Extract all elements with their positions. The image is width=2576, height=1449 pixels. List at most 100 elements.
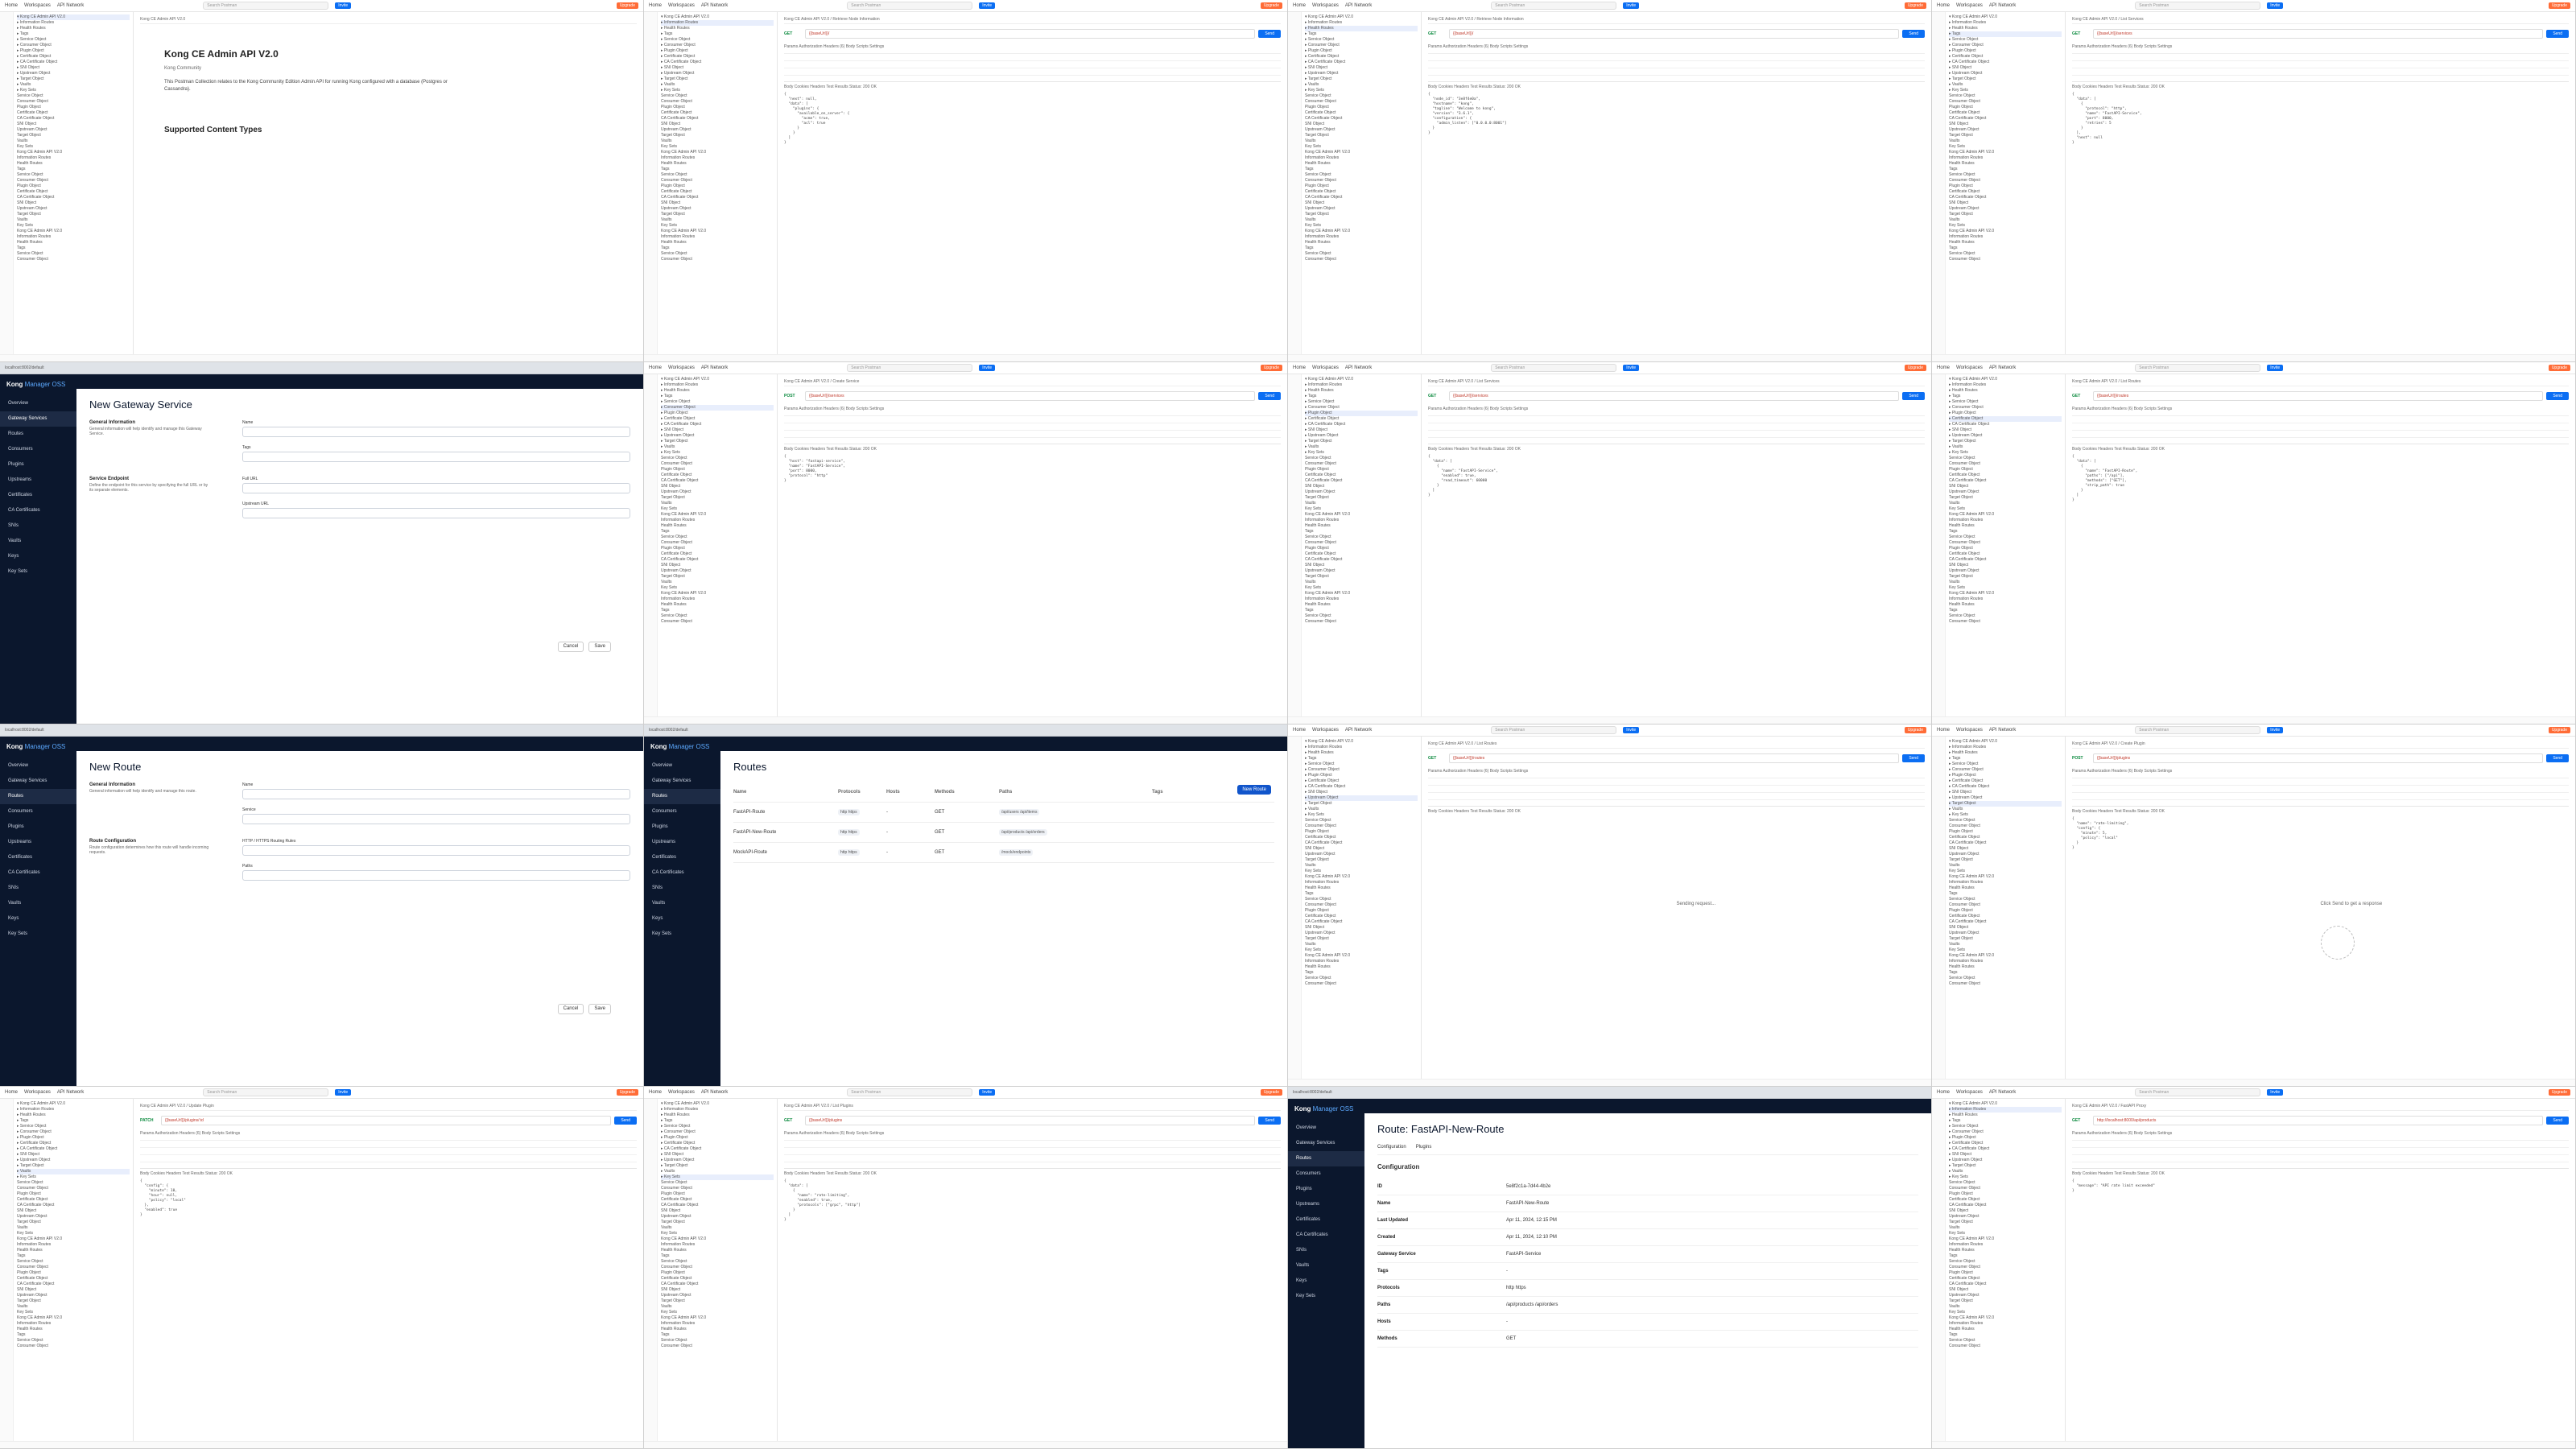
nav-api-network-menu[interactable]: API Network bbox=[57, 1090, 84, 1095]
params-row[interactable] bbox=[2072, 423, 2569, 431]
nav-workspaces-menu[interactable]: Workspaces bbox=[1312, 365, 1339, 370]
sidebar-item[interactable]: Upstream Object bbox=[1949, 1214, 2062, 1220]
sidebar-item[interactable]: ▸ Target Object bbox=[1949, 439, 2062, 444]
sidebar-item[interactable]: ▸ Key Sets bbox=[1305, 450, 1418, 456]
search-input[interactable]: Search Postman bbox=[1491, 364, 1617, 372]
sidebar-item[interactable]: ▸ Information Routes bbox=[1305, 745, 1418, 750]
tab-configuration[interactable]: Configuration bbox=[1377, 1145, 1406, 1154]
sidebar-item[interactable]: Health Routes bbox=[1949, 1327, 2062, 1332]
sidebar-item-key-sets[interactable]: Key Sets bbox=[0, 564, 76, 580]
sidebar-item[interactable]: Certificate Object bbox=[17, 189, 130, 195]
sidebar-item[interactable]: Information Routes bbox=[1305, 155, 1418, 161]
sidebar-item[interactable]: Vaults bbox=[1949, 942, 2062, 947]
sidebar-item-key-sets[interactable]: Key Sets bbox=[644, 927, 720, 942]
sidebar-item[interactable]: Upstream Object bbox=[661, 1293, 774, 1298]
text-input[interactable] bbox=[242, 789, 630, 799]
sidebar-item[interactable]: Tags bbox=[661, 246, 774, 251]
sidebar-item[interactable]: Health Routes bbox=[1949, 964, 2062, 970]
url-input[interactable]: {{baseUrl}}/routes bbox=[2093, 391, 2544, 401]
sidebar-item[interactable]: Vaults bbox=[1949, 863, 2062, 869]
sidebar-item-gateway-services[interactable]: Gateway Services bbox=[644, 774, 720, 789]
send-button[interactable]: Send bbox=[614, 1117, 637, 1125]
sidebar-item[interactable]: Service Object bbox=[17, 1259, 130, 1265]
sidebar-item[interactable]: Consumer Object bbox=[1305, 824, 1418, 829]
request-subtabs[interactable]: Params Authorization Headers (6) Body Sc… bbox=[784, 406, 1281, 412]
sidebar-item-overview[interactable]: Overview bbox=[0, 396, 76, 411]
sidebar-item[interactable]: Health Routes bbox=[661, 1248, 774, 1253]
params-row[interactable] bbox=[1428, 793, 1925, 800]
sidebar-item[interactable]: Service Object bbox=[1305, 456, 1418, 461]
sidebar-item[interactable]: ▸ CA Certificate Object bbox=[1949, 422, 2062, 427]
sidebar-item[interactable]: SNI Object bbox=[1949, 846, 2062, 852]
sidebar-item[interactable]: Key Sets bbox=[1949, 1231, 2062, 1236]
sidebar-item[interactable]: ▸ CA Certificate Object bbox=[1305, 784, 1418, 790]
text-input[interactable] bbox=[242, 483, 630, 493]
sidebar-item[interactable]: Health Routes bbox=[1949, 1248, 2062, 1253]
upgrade-button[interactable]: Upgrade bbox=[1904, 2, 1926, 9]
request-subtabs[interactable]: Params Authorization Headers (6) Body Sc… bbox=[1428, 43, 1925, 50]
send-button[interactable]: Send bbox=[1258, 30, 1281, 38]
sidebar-item[interactable]: Consumer Object bbox=[1305, 540, 1418, 546]
params-row[interactable] bbox=[784, 1148, 1281, 1155]
sidebar-item[interactable]: ▸ CA Certificate Object bbox=[661, 422, 774, 427]
sidebar-item[interactable]: ▾ Kong CE Admin API V2.0 bbox=[1305, 377, 1418, 382]
sidebar-item[interactable]: ▸ Key Sets bbox=[661, 450, 774, 456]
response-tabs[interactable]: Body Cookies Headers Test Results Status… bbox=[1428, 81, 1925, 89]
sidebar-item[interactable]: Tags bbox=[1305, 970, 1418, 976]
sidebar-item[interactable]: CA Certificate Object bbox=[661, 195, 774, 200]
new-route-button[interactable]: New Route bbox=[1237, 785, 1271, 795]
sidebar-item[interactable]: Vaults bbox=[661, 580, 774, 585]
request-tab[interactable]: Kong CE Admin API V2.0 / List Plugins bbox=[784, 1102, 1281, 1111]
sidebar-item[interactable]: ▸ Health Routes bbox=[17, 26, 130, 31]
nav-home-link[interactable]: Home bbox=[1937, 3, 1950, 8]
sidebar-item[interactable]: ▸ Information Routes bbox=[1949, 382, 2062, 388]
sidebar-item[interactable]: ▸ Information Routes bbox=[1305, 382, 1418, 388]
nav-api-network-menu[interactable]: API Network bbox=[701, 1090, 728, 1095]
sidebar-item[interactable]: ▸ Plugin Object bbox=[1949, 48, 2062, 54]
sidebar-item[interactable]: Service Object bbox=[1305, 93, 1418, 99]
sidebar-item[interactable]: Tags bbox=[1305, 529, 1418, 535]
method-select[interactable]: GET bbox=[1428, 756, 1446, 761]
sidebar-item[interactable]: Consumer Object bbox=[661, 461, 774, 467]
sidebar-item[interactable]: Key Sets bbox=[661, 223, 774, 229]
params-row[interactable] bbox=[2072, 778, 2569, 786]
params-row[interactable] bbox=[784, 431, 1281, 438]
sidebar-item[interactable]: ▸ Consumer Object bbox=[1305, 405, 1418, 411]
sidebar-item[interactable]: Upstream Object bbox=[1949, 852, 2062, 857]
upgrade-button[interactable]: Upgrade bbox=[1260, 2, 1282, 9]
sidebar-item-snis[interactable]: SNIs bbox=[0, 518, 76, 534]
params-row[interactable] bbox=[784, 416, 1281, 423]
sidebar-item[interactable]: ▾ Kong CE Admin API V2.0 bbox=[661, 14, 774, 20]
sidebar-item[interactable]: CA Certificate Object bbox=[17, 1203, 130, 1208]
sidebar-item[interactable]: ▸ Service Object bbox=[661, 1124, 774, 1129]
sidebar-item[interactable]: Key Sets bbox=[1305, 869, 1418, 874]
nav-home-link[interactable]: Home bbox=[1937, 728, 1950, 733]
text-input[interactable] bbox=[242, 452, 630, 462]
sidebar-item-plugins[interactable]: Plugins bbox=[644, 819, 720, 835]
sidebar-item[interactable]: Certificate Object bbox=[17, 110, 130, 116]
sidebar-item-overview[interactable]: Overview bbox=[644, 758, 720, 774]
sidebar-item[interactable]: ▸ Key Sets bbox=[1949, 450, 2062, 456]
sidebar-item[interactable]: Kong CE Admin API V2.0 bbox=[17, 1315, 130, 1321]
sidebar-item[interactable]: ▸ Key Sets bbox=[661, 1174, 774, 1180]
sidebar-item[interactable]: ▸ Tags bbox=[1305, 31, 1418, 37]
sidebar-item[interactable]: Health Routes bbox=[1949, 602, 2062, 608]
sidebar-item[interactable]: ▸ Key Sets bbox=[1949, 1174, 2062, 1180]
sidebar-item[interactable]: Information Routes bbox=[1949, 155, 2062, 161]
sidebar-item[interactable]: ▸ Information Routes bbox=[17, 1107, 130, 1113]
sidebar-item-keys[interactable]: Keys bbox=[644, 911, 720, 927]
params-row[interactable] bbox=[784, 61, 1281, 68]
sidebar-item[interactable]: Plugin Object bbox=[1949, 1191, 2062, 1197]
sidebar-item[interactable]: ▸ Information Routes bbox=[1949, 20, 2062, 26]
sidebar-item[interactable]: Certificate Object bbox=[1305, 914, 1418, 919]
sidebar-item[interactable]: Consumer Object bbox=[1305, 619, 1418, 625]
sidebar-item[interactable]: ▸ Key Sets bbox=[1305, 812, 1418, 818]
sidebar-item[interactable]: Upstream Object bbox=[661, 1214, 774, 1220]
sidebar-item[interactable]: ▸ CA Certificate Object bbox=[1949, 1146, 2062, 1152]
url-input[interactable]: {{baseUrl}}/services bbox=[1449, 391, 1900, 401]
sidebar-item[interactable]: Certificate Object bbox=[1949, 914, 2062, 919]
sidebar-item[interactable]: ▸ Health Routes bbox=[17, 1113, 130, 1118]
sidebar-item[interactable]: SNI Object bbox=[1305, 484, 1418, 489]
sidebar-item[interactable]: Target Object bbox=[1949, 936, 2062, 942]
sidebar-item[interactable]: CA Certificate Object bbox=[1305, 840, 1418, 846]
